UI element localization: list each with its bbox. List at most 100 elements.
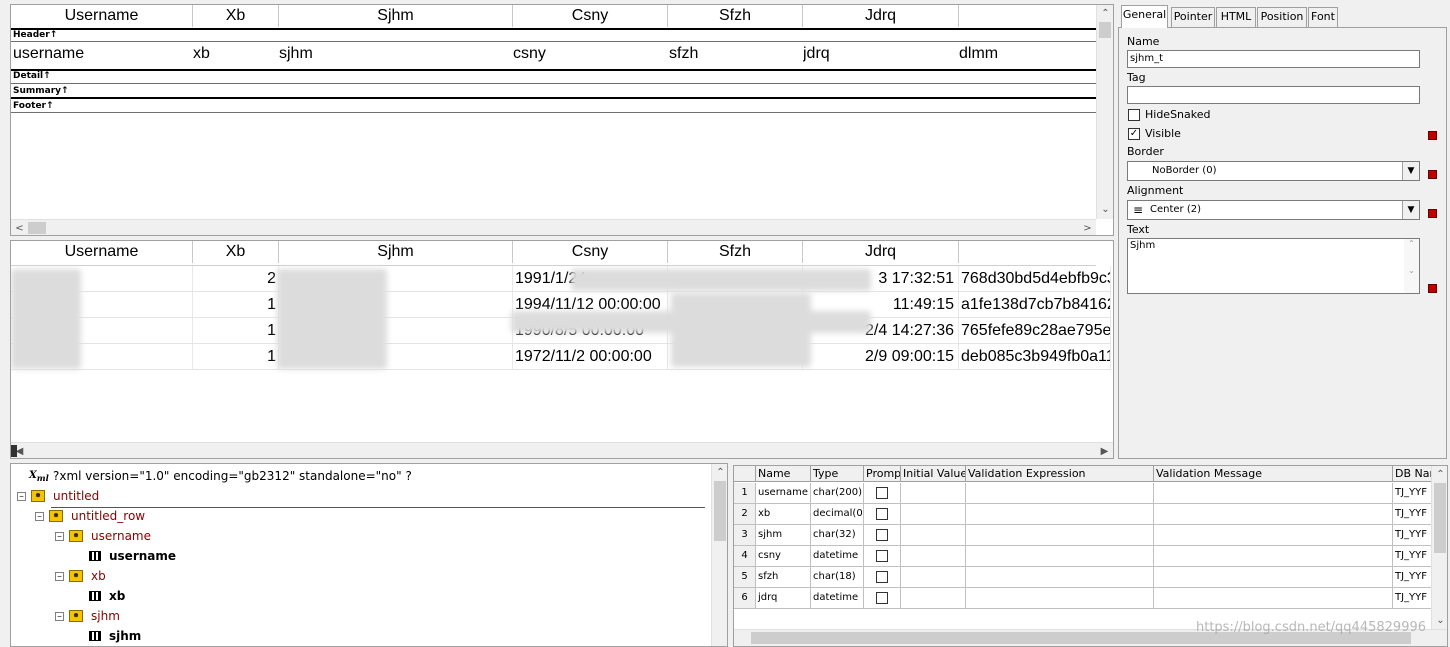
row-number[interactable]: 2 xyxy=(734,504,756,525)
field-validation-message[interactable] xyxy=(1154,525,1393,546)
field-name[interactable]: xb xyxy=(756,504,811,525)
detail-field-csny[interactable]: csny xyxy=(513,43,666,65)
field-validation-expression[interactable] xyxy=(966,525,1154,546)
row-number[interactable]: 4 xyxy=(734,546,756,567)
chevron-down-icon[interactable]: ▼ xyxy=(1402,162,1419,180)
field-name[interactable]: sfzh xyxy=(756,567,811,588)
detail-field-dlmm[interactable]: dlmm xyxy=(959,43,1095,65)
scroll-thumb[interactable] xyxy=(11,445,17,457)
field-db-name[interactable]: TJ_YYF xyxy=(1393,567,1433,588)
preview-row[interactable]: 1 1972/11/2 00:00:00 2/9 09:00:15 deb085… xyxy=(11,344,1111,370)
field-type[interactable]: char(18) xyxy=(811,567,864,588)
header-label-sfzh[interactable]: Sfzh xyxy=(668,5,803,27)
field-prompt[interactable] xyxy=(864,483,901,504)
tree-vertical-scrollbar[interactable]: ⌃ xyxy=(711,464,727,646)
detail-field-sjhm[interactable]: sjhm xyxy=(279,43,511,65)
detail-field-username[interactable]: username xyxy=(13,43,191,65)
field-db-name[interactable]: TJ_YYF xyxy=(1393,588,1433,609)
expression-icon[interactable] xyxy=(1428,131,1437,140)
scroll-left-icon[interactable]: < xyxy=(11,220,28,235)
header-label-csny[interactable]: Csny xyxy=(513,5,668,27)
scroll-thumb[interactable] xyxy=(1099,22,1111,38)
preview-row[interactable]: 2 1991/1/24 3 17:32:51 768d30bd5d4ebfb9c… xyxy=(11,266,1111,292)
text-area[interactable]: Sjhm ⌃ ⌄ xyxy=(1127,238,1420,294)
collapse-icon[interactable]: − xyxy=(55,572,64,581)
prompt-checkbox[interactable] xyxy=(876,508,888,520)
field-initial-value[interactable] xyxy=(901,567,966,588)
preview-pane[interactable]: Username Xb Sjhm Csny Sfzh Jdrq 2 1991/1… xyxy=(10,240,1114,459)
field-type[interactable]: char(200) xyxy=(811,483,864,504)
footer-band-label[interactable]: Footer↑ xyxy=(13,101,54,112)
detail-field-xb[interactable]: xb xyxy=(193,43,277,65)
header-label-sjhm[interactable]: Sjhm xyxy=(279,5,513,27)
fields-row[interactable]: 4 csny datetime TJ_YYF xyxy=(734,546,1434,567)
header-band-label[interactable]: Header↑ xyxy=(13,30,57,41)
preview-col-xb[interactable]: Xb xyxy=(193,241,279,263)
field-validation-message[interactable] xyxy=(1154,588,1393,609)
summary-band-separator[interactable] xyxy=(11,97,1096,99)
field-prompt[interactable] xyxy=(864,567,901,588)
detail-field-jdrq[interactable]: jdrq xyxy=(803,43,957,65)
header-label-jdrq[interactable]: Jdrq xyxy=(803,5,959,27)
field-type[interactable]: decimal(0) xyxy=(811,504,864,525)
tree-node-column[interactable]: username xyxy=(109,548,176,564)
summary-band-label[interactable]: Summary↑ xyxy=(13,86,69,97)
tab-font[interactable]: Font xyxy=(1308,7,1338,27)
tree-node-element[interactable]: username xyxy=(91,528,151,544)
tree-node-root[interactable]: untitled xyxy=(53,488,99,504)
collapse-icon[interactable]: − xyxy=(55,532,64,541)
expression-icon[interactable] xyxy=(1428,209,1437,218)
prompt-checkbox[interactable] xyxy=(876,592,888,604)
tree-node-element[interactable]: sjhm xyxy=(91,608,120,624)
text-area-scrollbar[interactable]: ⌃ ⌄ xyxy=(1404,239,1419,293)
collapse-icon[interactable]: − xyxy=(17,492,26,501)
fields-header-type[interactable]: Type xyxy=(811,466,864,482)
scroll-thumb[interactable] xyxy=(1434,483,1446,553)
header-label-xb[interactable]: Xb xyxy=(193,5,279,27)
row-number[interactable]: 5 xyxy=(734,567,756,588)
scroll-right-icon[interactable]: ▶ xyxy=(1096,443,1113,458)
fields-row[interactable]: 5 sfzh char(18) TJ_YYF xyxy=(734,567,1434,588)
scroll-down-icon[interactable]: ⌄ xyxy=(1432,612,1447,629)
field-validation-expression[interactable] xyxy=(966,483,1154,504)
tree-node-column[interactable]: xb xyxy=(109,588,125,604)
field-validation-message[interactable] xyxy=(1154,567,1393,588)
expression-icon[interactable] xyxy=(1428,170,1437,179)
fields-header-db-name[interactable]: DB Nam xyxy=(1393,466,1433,482)
tab-pointer[interactable]: Pointer xyxy=(1171,7,1215,27)
field-type[interactable]: char(32) xyxy=(811,525,864,546)
collapse-icon[interactable]: − xyxy=(55,612,64,621)
fields-row[interactable]: 1 username char(200) TJ_YYF xyxy=(734,483,1434,504)
border-dropdown[interactable]: NoBorder (0) ▼ xyxy=(1127,161,1420,181)
xml-declaration[interactable]: ?xml version="1.0" encoding="gb2312" sta… xyxy=(53,468,412,484)
field-db-name[interactable]: TJ_YYF xyxy=(1393,483,1433,504)
design-horizontal-scrollbar[interactable]: < > xyxy=(11,219,1096,235)
fields-row[interactable]: 6 jdrq datetime TJ_YYF xyxy=(734,588,1434,609)
scroll-up-icon[interactable]: ⌃ xyxy=(1097,5,1113,22)
scroll-thumb[interactable] xyxy=(28,222,46,234)
fields-header-validation-message[interactable]: Validation Message xyxy=(1154,466,1393,482)
field-name[interactable]: username xyxy=(756,483,811,504)
field-validation-expression[interactable] xyxy=(966,588,1154,609)
field-type[interactable]: datetime xyxy=(811,546,864,567)
design-pane[interactable]: Username Xb Sjhm Csny Sfzh Jdrq Header↑ … xyxy=(10,4,1114,236)
field-name[interactable]: sjhm xyxy=(756,525,811,546)
tab-html[interactable]: HTML xyxy=(1216,7,1256,27)
tree-node-element[interactable]: xb xyxy=(91,568,106,584)
prompt-checkbox[interactable] xyxy=(876,529,888,541)
xml-tree-view[interactable]: Xml ?xml version="1.0" encoding="gb2312"… xyxy=(10,463,728,647)
tree-node-row[interactable]: untitled_row xyxy=(71,508,145,524)
preview-col-username[interactable]: Username xyxy=(11,241,193,263)
row-number[interactable]: 1 xyxy=(734,483,756,504)
scroll-right-icon[interactable]: > xyxy=(1079,220,1096,235)
preview-col-jdrq[interactable]: Jdrq xyxy=(803,241,959,263)
fields-header-validation-expression[interactable]: Validation Expression xyxy=(966,466,1154,482)
header-label-username[interactable]: Username xyxy=(11,5,193,27)
header-band-separator[interactable] xyxy=(11,28,1096,30)
field-initial-value[interactable] xyxy=(901,525,966,546)
field-db-name[interactable]: TJ_YYF xyxy=(1393,504,1433,525)
field-prompt[interactable] xyxy=(864,525,901,546)
fields-header-name[interactable]: Name xyxy=(756,466,811,482)
field-prompt[interactable] xyxy=(864,588,901,609)
preview-col-csny[interactable]: Csny xyxy=(513,241,668,263)
